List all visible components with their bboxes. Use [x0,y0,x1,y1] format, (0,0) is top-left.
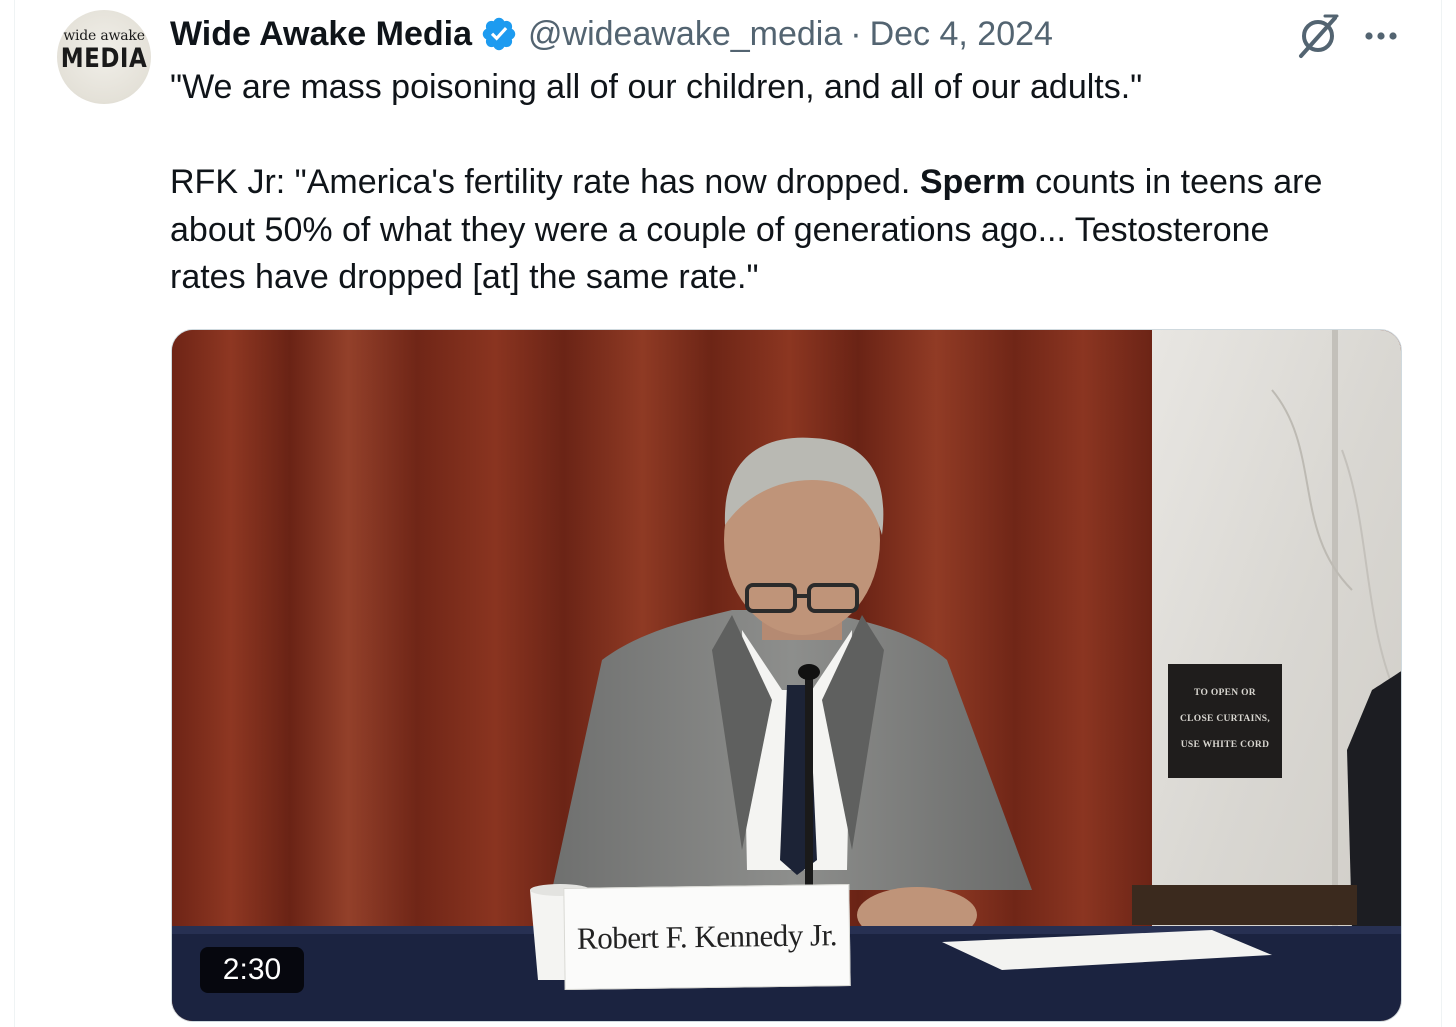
video-player[interactable]: Robert F. Kennedy Jr. TO OPEN OR CLOSE C… [171,329,1402,1022]
tweet-text-line2-start: RFK Jr: "America's fertility rate has no… [170,163,920,201]
wall-sign-line1: TO OPEN OR [1194,688,1256,698]
nameplate: Robert F. Kennedy Jr. [563,884,851,990]
grok-icon[interactable] [1293,12,1341,60]
tweet-text-line2-end: counts in teens are [1025,163,1323,201]
tweet-card[interactable]: wide awake MEDIA Wide Awake Media @widea… [14,0,1442,1027]
tweet-text-highlight: Sperm [919,163,1026,201]
verified-badge-icon[interactable] [480,15,518,53]
tweet-text-line4: rates have dropped [at] the same rate." [170,258,759,296]
avatar-logo-line1: wide awake [63,28,145,44]
wall-sign-line3: USE WHITE CORD [1180,740,1270,750]
avatar[interactable]: wide awake MEDIA [57,10,151,104]
tweet-text: "We are mass poisoning all of our childr… [170,64,1420,302]
wall-sign: TO OPEN OR CLOSE CURTAINS, USE WHITE COR… [1168,664,1282,778]
more-icon[interactable] [1361,16,1401,56]
tweet-text-line1: "We are mass poisoning all of our childr… [170,68,1143,106]
author-name[interactable]: Wide Awake Media [170,15,472,54]
tweet-text-line2: RFK Jr: "America's fertility rate has no… [170,159,1420,207]
tweet-text-line3: about 50% of what they were a couple of … [170,210,1270,249]
tweet-header: Wide Awake Media @wideawake_media · Dec … [170,12,1053,56]
video-duration-badge: 2:30 [200,947,304,993]
wall-sign-line2: CLOSE CURTAINS, [1179,714,1271,724]
header-separator: · [850,14,862,53]
avatar-logo-line2: MEDIA [60,44,148,74]
author-handle[interactable]: @wideawake_media [528,15,842,54]
tweet-date[interactable]: Dec 4, 2024 [870,15,1053,54]
